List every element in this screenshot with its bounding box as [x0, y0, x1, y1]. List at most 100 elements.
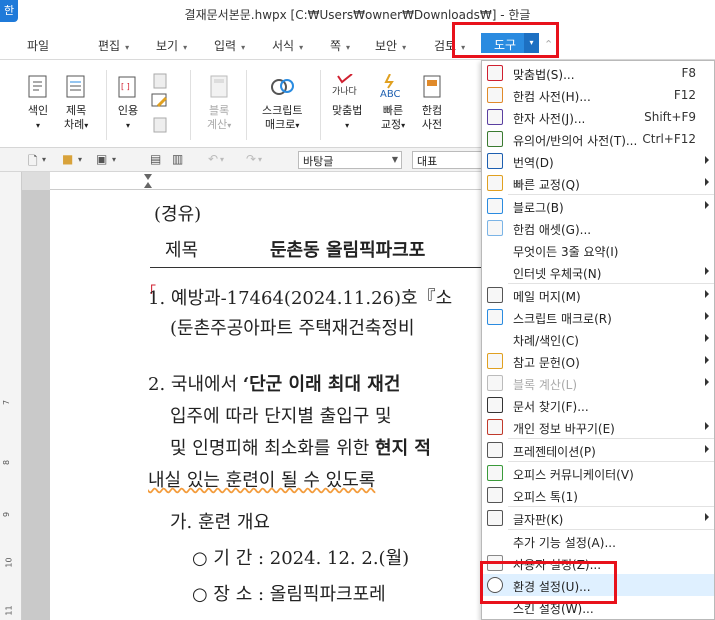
- menu-item-27[interactable]: 추가 기능 설정(A)...: [482, 530, 714, 552]
- citation-small-icons[interactable]: [150, 72, 178, 136]
- script-macro-label2: 매크로: [265, 118, 296, 131]
- toc-button[interactable]: 제목 차례▾: [64, 74, 88, 133]
- menu-item-12[interactable]: 메일 머지(M): [482, 284, 714, 306]
- menu-item-shortcut: Shift+F9: [644, 110, 696, 124]
- chevron-down-icon[interactable]: ▾: [220, 155, 224, 164]
- spellcheck-button[interactable]: 가나다 맞춤법 ▾: [332, 74, 362, 133]
- translate-icon: [487, 153, 503, 169]
- menu-item-5[interactable]: 빠른 교정(Q): [482, 172, 714, 194]
- doc-p3-head: 가. 훈련 개요: [170, 512, 270, 533]
- menu-item-label: 인터넷 우체국(N): [513, 267, 602, 281]
- menu-item-label: 번역(D): [513, 156, 554, 170]
- menu-item-label: 무엇이든 3줄 요약(I): [513, 245, 619, 259]
- doc-p2-line4: 내실 있는 훈련이 될 수 있도록: [148, 470, 376, 491]
- menu-item-8[interactable]: 한컴 애셋(G)...: [482, 217, 714, 239]
- index-button[interactable]: 색인 ▾: [26, 74, 50, 133]
- dictionary-icon: [487, 87, 503, 103]
- chevron-down-icon: ▾: [241, 43, 246, 52]
- horizontal-ruler[interactable]: [22, 172, 482, 190]
- toc-button-label2: 차례: [64, 118, 85, 131]
- menu-page[interactable]: 쪽 ▾: [330, 37, 350, 54]
- blog-icon: [487, 198, 503, 214]
- menu-item-1[interactable]: 한컴 사전(H)... F12: [482, 84, 714, 106]
- doc-p2-line3: 및 인명피해 최소화를 위한 현지 적: [170, 434, 431, 460]
- menu-item-16[interactable]: 블록 계산(L): [482, 372, 714, 394]
- menu-item-10[interactable]: 인터넷 우체국(N): [482, 261, 714, 283]
- doc-p2-line3-b: 현지 적: [375, 438, 431, 459]
- quick-correct-icon: [487, 175, 503, 191]
- document-page[interactable]: (경유) 제목 둔촌동 올림픽파크포 「 1. 예방과-17464(2024.1…: [50, 190, 482, 620]
- script-macro-button[interactable]: 스크립트 매크로▾: [262, 74, 302, 133]
- ribbon-separator: [106, 70, 107, 140]
- citation-button-label: 인용: [117, 104, 139, 117]
- save-icon[interactable]: ▣: [96, 152, 107, 166]
- hancom-dictionary-button[interactable]: 한컴 사전: [420, 74, 444, 132]
- block-calc-button[interactable]: 블록 계산▾: [207, 74, 231, 133]
- tools-dropdown-menu: 맞춤법(S)... F8 한컴 사전(H)... F12 한자 사전(J)... Shif…: [481, 60, 715, 620]
- doc-p2-line1-b: ‘단군 이래 최대 재건: [242, 374, 401, 395]
- menu-format[interactable]: 서식 ▾: [272, 37, 303, 54]
- quick-correct-button[interactable]: ABC 빠른 교정▾: [380, 74, 406, 133]
- chevron-down-icon[interactable]: ▾: [258, 155, 262, 164]
- preview-icon[interactable]: ▥: [172, 152, 183, 166]
- open-folder-icon[interactable]: ■: [62, 152, 73, 166]
- menu-item-18[interactable]: 개인 정보 바꾸기(E): [482, 416, 714, 438]
- menu-item-label: 차례/색인(C): [513, 334, 579, 348]
- citation-button[interactable]: [ ] 인용 ▾: [116, 74, 140, 133]
- chevron-down-icon: ▾: [402, 43, 407, 52]
- menu-item-15[interactable]: 참고 문헌(O): [482, 350, 714, 372]
- menu-item-4[interactable]: 번역(D): [482, 150, 714, 172]
- redo-icon[interactable]: ↷: [246, 152, 256, 166]
- chevron-down-icon: ▾: [299, 43, 304, 52]
- chevron-down-icon[interactable]: ▾: [42, 155, 46, 164]
- menu-item-label: 프레젠테이션(P): [513, 445, 596, 459]
- chevron-down-icon[interactable]: ▾: [78, 155, 82, 164]
- menu-item-7[interactable]: 블로그(B): [482, 195, 714, 217]
- new-document-icon[interactable]: 🗋: [28, 152, 38, 173]
- menu-insert[interactable]: 입력 ▾: [214, 37, 245, 54]
- chevron-down-icon[interactable]: ▾: [112, 155, 116, 164]
- menu-insert-label: 입력: [214, 39, 237, 53]
- ruler-number: 9: [2, 511, 12, 518]
- menu-format-label: 서식: [272, 39, 295, 53]
- menu-item-23[interactable]: 오피스 톡(1): [482, 484, 714, 506]
- menu-item-25[interactable]: 글자판(K): [482, 507, 714, 529]
- menu-item-0[interactable]: 맞춤법(S)... F8: [482, 62, 714, 84]
- menu-security[interactable]: 보안 ▾: [375, 37, 406, 54]
- doc-title-label: 제목: [165, 240, 199, 261]
- menu-view[interactable]: 보기 ▾: [156, 37, 187, 54]
- menu-item-20[interactable]: 프레젠테이션(P): [482, 439, 714, 461]
- menu-item-3[interactable]: 유의어/반의어 사전(T)... Ctrl+F12: [482, 128, 714, 150]
- menu-item-label: 블록 계산(L): [513, 378, 578, 392]
- menu-item-shortcut: F8: [681, 66, 696, 80]
- menu-item-13[interactable]: 스크립트 매크로(R): [482, 306, 714, 328]
- doc-p3-item2: ○ 장 소 : 올림픽파크포레: [192, 584, 386, 605]
- index-button-label: 색인: [27, 104, 49, 117]
- menu-page-label: 쪽: [330, 39, 342, 53]
- keyboard-icon: [487, 510, 503, 526]
- quick-correct-icon: ABC: [380, 74, 401, 100]
- chevron-right-icon: [705, 378, 709, 386]
- undo-icon[interactable]: ↶: [208, 152, 218, 166]
- style-select[interactable]: 바탕글 ▼: [298, 151, 402, 169]
- menu-item-2[interactable]: 한자 사전(J)... Shift+F9: [482, 106, 714, 128]
- menu-item-22[interactable]: 오피스 커뮤니케이터(V): [482, 462, 714, 484]
- menu-item-label: 블로그(B): [513, 201, 564, 215]
- toc-button-label1: 제목: [66, 104, 87, 117]
- menu-security-label: 보안: [375, 39, 398, 53]
- menu-edit[interactable]: 편집 ▾: [98, 37, 129, 54]
- menu-item-shortcut: F12: [673, 88, 696, 102]
- menu-file[interactable]: 파일: [27, 37, 49, 54]
- menu-item-14[interactable]: 차례/색인(C): [482, 328, 714, 350]
- hancom-dictionary-label1: 한컴: [421, 104, 443, 117]
- menu-item-9[interactable]: 무엇이든 3줄 요약(I): [482, 239, 714, 261]
- office-talk-icon: [487, 487, 503, 503]
- print-icon[interactable]: ▤: [150, 152, 161, 166]
- doc-title-text: 둔촌동 올림픽파크포: [270, 240, 426, 261]
- menu-file-label: 파일: [27, 39, 50, 53]
- paragraph-select[interactable]: 대표: [412, 151, 482, 169]
- menu-item-label: 추가 기능 설정(A)...: [513, 536, 616, 550]
- menu-item-17[interactable]: 문서 찾기(F)...: [482, 394, 714, 416]
- binoculars-icon: [487, 397, 503, 413]
- vertical-ruler[interactable]: 7 8 9 10 11: [0, 172, 22, 620]
